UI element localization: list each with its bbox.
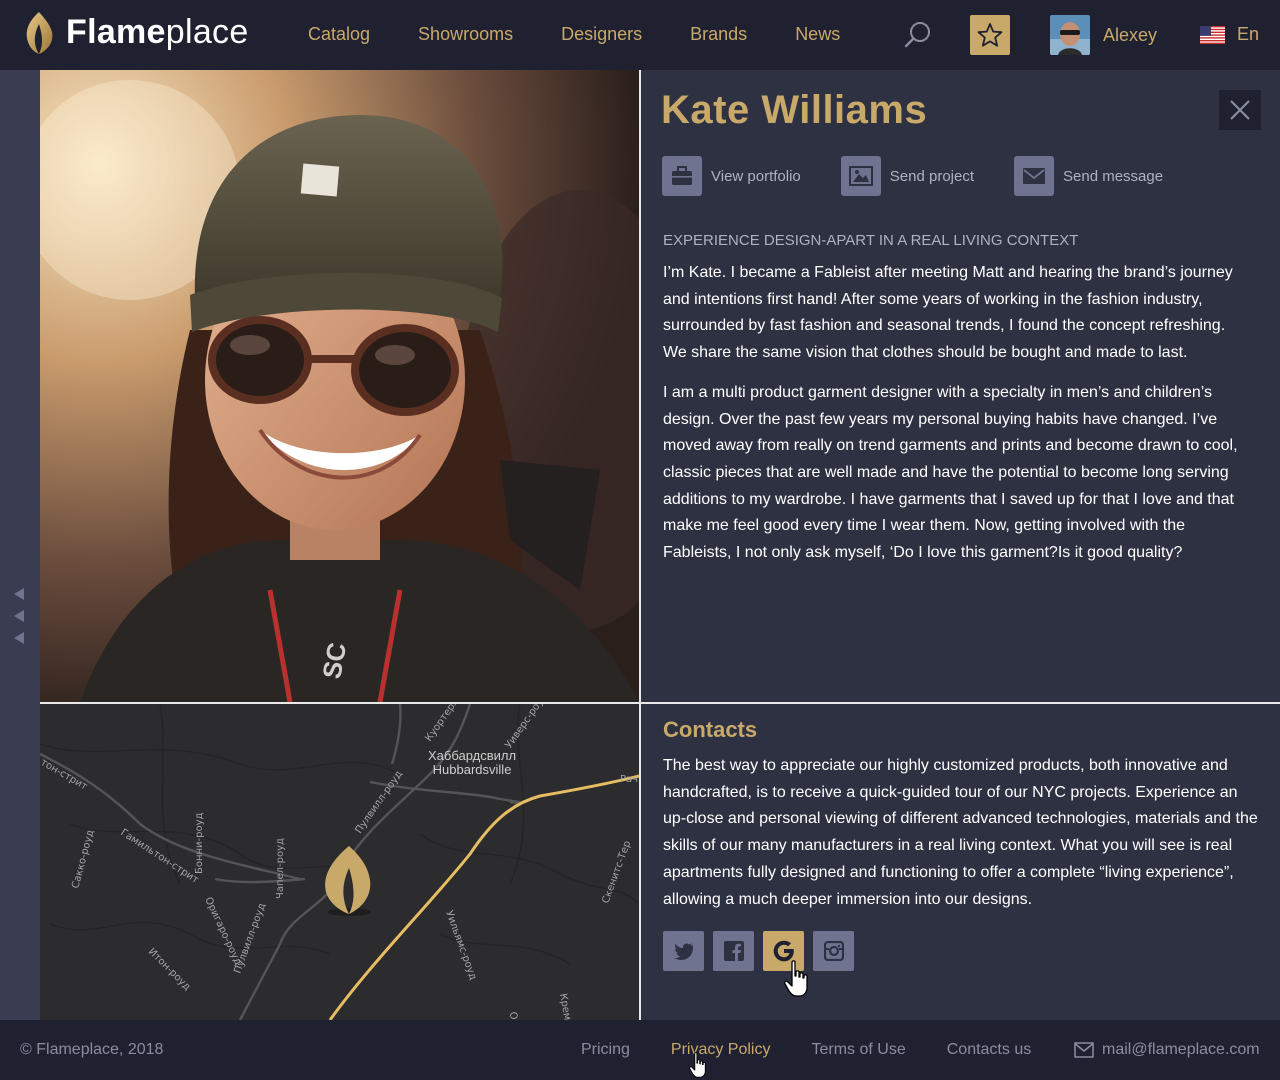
avatar [1050, 15, 1090, 55]
view-portfolio-button[interactable]: View portfolio [662, 156, 801, 196]
arrow-left-icon [14, 588, 24, 600]
user-name: Alexey [1103, 24, 1158, 45]
svg-text:Пулвилл-роуд: Пулвилл-роуд [353, 769, 404, 836]
view-portfolio-label: View portfolio [711, 167, 801, 185]
contacts-section: Contacts The best way to appreciate our … [641, 704, 1280, 1020]
svg-text:Бонни-роуд: Бонни-роуд [194, 812, 205, 874]
footer-link-terms[interactable]: Terms of Use [811, 1041, 905, 1059]
bio-paragraph: I am a multi product garment designer wi… [663, 383, 1238, 562]
send-message-button[interactable]: Send message [1014, 156, 1163, 196]
location-map[interactable]: тон-стрит Гамильтон-стрит Пулвилл-роуд П… [40, 704, 639, 1020]
footer-link-pricing[interactable]: Pricing [581, 1041, 630, 1059]
arrow-left-icon [14, 610, 24, 622]
designer-profile: Kate Williams View portfolio Send projec… [641, 70, 1280, 702]
image-icon [848, 166, 873, 186]
profile-headline: EXPERIENCE DESIGN-APART IN A REAL LIVING… [663, 232, 1079, 249]
instagram-button[interactable] [813, 931, 854, 971]
footer-email: mail@flameplace.com [1102, 1041, 1260, 1058]
nav-news[interactable]: News [795, 24, 840, 45]
hand-cursor-icon [784, 960, 808, 997]
svg-text:Рачт: Рачт [620, 774, 639, 785]
svg-text:Чапел-роуд: Чапел-роуд [275, 838, 286, 899]
svg-text:Уиверс-роуд: Уиверс-роуд [503, 704, 550, 751]
svg-text:Ол: Ол [507, 1011, 519, 1020]
search-button[interactable] [903, 20, 933, 50]
star-icon [977, 23, 1003, 47]
language-label: En [1237, 24, 1260, 44]
close-icon [1230, 100, 1250, 120]
profile-actions: View portfolio Send project Send message [662, 156, 1203, 196]
logo-text: Flameplace [66, 12, 249, 51]
svg-text:тон-стрит: тон-стрит [40, 757, 89, 793]
search-icon [904, 22, 930, 48]
profile-bio: I’m Kate. I became a Fableist after meet… [663, 260, 1253, 580]
footer-email-link[interactable]: mail@flameplace.com [1074, 1041, 1260, 1059]
svg-text:Куортерли: Куортерли [423, 704, 465, 744]
svg-text:Кремб: Кремб [557, 993, 574, 1020]
footer-links: Pricing Privacy Policy Terms of Use Cont… [581, 1041, 1072, 1059]
footer: © Flameplace, 2018 Pricing Privacy Polic… [0, 1020, 1280, 1080]
facebook-button[interactable] [713, 931, 754, 971]
twitter-button[interactable] [663, 931, 704, 971]
facebook-icon [723, 941, 744, 961]
envelope-icon [1074, 1042, 1094, 1058]
hand-cursor-icon [689, 1052, 706, 1078]
twitter-icon [674, 943, 693, 960]
nav-designers[interactable]: Designers [561, 24, 642, 45]
nav-showrooms[interactable]: Showrooms [418, 24, 513, 45]
contacts-title: Contacts [663, 717, 758, 742]
nav-brands[interactable]: Brands [690, 24, 747, 45]
send-project-label: Send project [889, 167, 975, 185]
language-selector[interactable]: En [1200, 24, 1259, 45]
header: Flameplace Catalog Showrooms Designers B… [0, 0, 1280, 70]
svg-text:Сакко-роуд: Сакко-роуд [70, 829, 96, 890]
svg-text:Оригаро-роуд: Оригаро-роуд [202, 896, 243, 967]
close-button[interactable] [1219, 90, 1261, 130]
send-message-label: Send message [1063, 167, 1164, 185]
designer-name: Kate Williams [661, 88, 928, 132]
collapse-arrows[interactable] [14, 588, 24, 654]
map-town-label: Хаббардсвилл Hubbardsville [428, 748, 517, 777]
arrow-left-icon [14, 632, 24, 644]
copyright: © Flameplace, 2018 [20, 1041, 164, 1058]
envelope-icon [1023, 168, 1046, 184]
us-flag-icon [1200, 25, 1225, 44]
svg-text:SC: SC [316, 640, 352, 681]
nav-catalog[interactable]: Catalog [308, 24, 370, 45]
bio-paragraph: I’m Kate. I became a Fableist after meet… [663, 264, 1233, 362]
favorites-button[interactable] [970, 15, 1010, 55]
footer-link-privacy-policy[interactable]: Privacy Policy [671, 1041, 771, 1059]
designer-photo: SC [40, 70, 639, 702]
logo[interactable]: Flameplace [22, 10, 249, 54]
svg-text:Итон-роуд: Итон-роуд [146, 946, 193, 993]
svg-text:Уильямс-роуд: Уильямс-роуд [443, 909, 478, 981]
contacts-text: The best way to appreciate our highly cu… [663, 757, 1258, 908]
footer-link-contacts[interactable]: Contacts us [947, 1041, 1031, 1059]
briefcase-icon [672, 166, 692, 185]
flame-logo-icon [26, 12, 53, 54]
main-nav: Catalog Showrooms Designers Brands News [308, 24, 888, 45]
send-project-button[interactable]: Send project [840, 156, 975, 196]
instagram-icon [823, 941, 844, 961]
user-menu[interactable]: Alexey [1050, 15, 1157, 55]
side-strip [0, 70, 40, 1020]
social-links [663, 931, 863, 971]
